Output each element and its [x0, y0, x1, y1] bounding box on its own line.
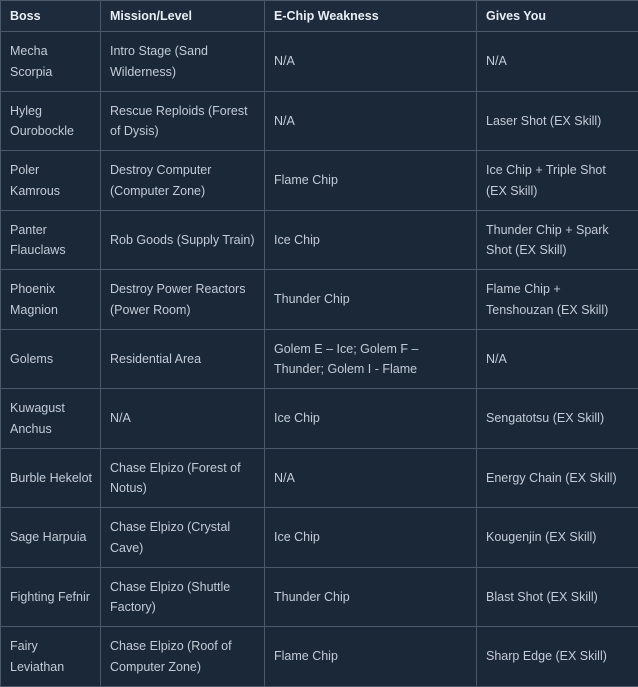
cell-weakness: Flame Chip	[265, 151, 477, 211]
cell-boss: Burble Hekelot	[1, 448, 101, 508]
cell-weakness: N/A	[265, 91, 477, 151]
column-header-weakness: E-Chip Weakness	[265, 1, 477, 32]
cell-weakness: Ice Chip	[265, 389, 477, 449]
cell-weakness: Thunder Chip	[265, 567, 477, 627]
cell-weakness: N/A	[265, 448, 477, 508]
table-row: Fairy Leviathan Chase Elpizo (Roof of Co…	[1, 627, 638, 687]
cell-boss: Golems	[1, 329, 101, 389]
cell-mission: Rescue Reploids (Forest of Dysis)	[101, 91, 265, 151]
cell-weakness: N/A	[265, 32, 477, 92]
cell-gives: Flame Chip + Tenshouzan (EX Skill)	[477, 270, 638, 330]
cell-gives: Ice Chip + Triple Shot (EX Skill)	[477, 151, 638, 211]
column-header-gives: Gives You	[477, 1, 638, 32]
table-row: Poler Kamrous Destroy Computer (Computer…	[1, 151, 638, 211]
cell-mission: Destroy Computer (Computer Zone)	[101, 151, 265, 211]
table-row: Sage Harpuia Chase Elpizo (Crystal Cave)…	[1, 508, 638, 568]
table-row: Golems Residential Area Golem E – Ice; G…	[1, 329, 638, 389]
cell-mission: Intro Stage (Sand Wilderness)	[101, 32, 265, 92]
cell-gives: N/A	[477, 32, 638, 92]
cell-boss: Phoenix Magnion	[1, 270, 101, 330]
cell-boss: Fighting Fefnir	[1, 567, 101, 627]
cell-gives: N/A	[477, 329, 638, 389]
cell-gives: Blast Shot (EX Skill)	[477, 567, 638, 627]
cell-gives: Energy Chain (EX Skill)	[477, 448, 638, 508]
cell-boss: Poler Kamrous	[1, 151, 101, 211]
cell-boss: Panter Flauclaws	[1, 210, 101, 270]
table-row: Fighting Fefnir Chase Elpizo (Shuttle Fa…	[1, 567, 638, 627]
cell-mission: Chase Elpizo (Forest of Notus)	[101, 448, 265, 508]
table-row: Panter Flauclaws Rob Goods (Supply Train…	[1, 210, 638, 270]
table-row: Mecha Scorpia Intro Stage (Sand Wilderne…	[1, 32, 638, 92]
cell-gives: Kougenjin (EX Skill)	[477, 508, 638, 568]
cell-mission: Destroy Power Reactors (Power Room)	[101, 270, 265, 330]
cell-weakness: Thunder Chip	[265, 270, 477, 330]
cell-boss: Hyleg Ourobockle	[1, 91, 101, 151]
cell-weakness: Ice Chip	[265, 210, 477, 270]
boss-weakness-table: Boss Mission/Level E-Chip Weakness Gives…	[0, 0, 638, 687]
cell-mission: Chase Elpizo (Roof of Computer Zone)	[101, 627, 265, 687]
column-header-boss: Boss	[1, 1, 101, 32]
cell-boss: Mecha Scorpia	[1, 32, 101, 92]
cell-mission: N/A	[101, 389, 265, 449]
cell-boss: Sage Harpuia	[1, 508, 101, 568]
cell-mission: Residential Area	[101, 329, 265, 389]
cell-boss: Kuwagust Anchus	[1, 389, 101, 449]
cell-weakness: Flame Chip	[265, 627, 477, 687]
cell-gives: Sengatotsu (EX Skill)	[477, 389, 638, 449]
cell-mission: Rob Goods (Supply Train)	[101, 210, 265, 270]
table-body: Mecha Scorpia Intro Stage (Sand Wilderne…	[1, 32, 638, 687]
column-header-mission: Mission/Level	[101, 1, 265, 32]
cell-gives: Laser Shot (EX Skill)	[477, 91, 638, 151]
table-row: Hyleg Ourobockle Rescue Reploids (Forest…	[1, 91, 638, 151]
table-row: Burble Hekelot Chase Elpizo (Forest of N…	[1, 448, 638, 508]
cell-boss: Fairy Leviathan	[1, 627, 101, 687]
cell-weakness: Golem E – Ice; Golem F – Thunder; Golem …	[265, 329, 477, 389]
table-header: Boss Mission/Level E-Chip Weakness Gives…	[1, 1, 638, 32]
table-row: Phoenix Magnion Destroy Power Reactors (…	[1, 270, 638, 330]
cell-gives: Sharp Edge (EX Skill)	[477, 627, 638, 687]
table-row: Kuwagust Anchus N/A Ice Chip Sengatotsu …	[1, 389, 638, 449]
cell-mission: Chase Elpizo (Crystal Cave)	[101, 508, 265, 568]
cell-mission: Chase Elpizo (Shuttle Factory)	[101, 567, 265, 627]
cell-weakness: Ice Chip	[265, 508, 477, 568]
table-header-row: Boss Mission/Level E-Chip Weakness Gives…	[1, 1, 638, 32]
cell-gives: Thunder Chip + Spark Shot (EX Skill)	[477, 210, 638, 270]
